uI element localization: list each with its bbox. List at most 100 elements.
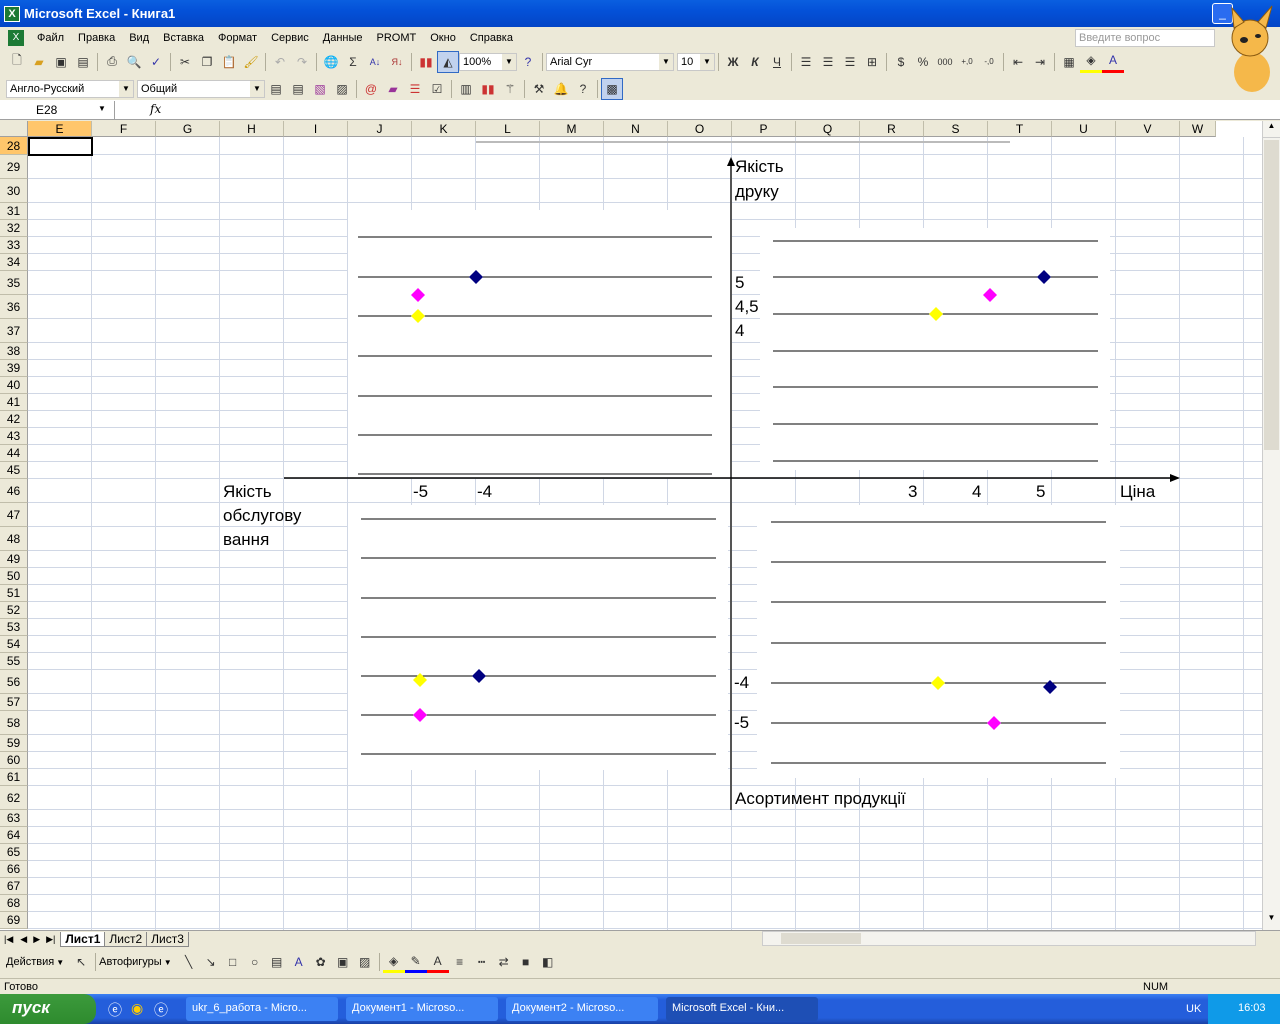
- quick-launch-ie-icon[interactable]: ⓔ: [108, 1000, 122, 1020]
- menu-item-9[interactable]: Справка: [463, 32, 520, 44]
- menu-item-6[interactable]: Данные: [316, 32, 370, 44]
- menu-item-1[interactable]: Правка: [71, 32, 122, 44]
- shadow-icon[interactable]: ■: [515, 951, 537, 973]
- open-icon[interactable]: ▰: [28, 51, 50, 73]
- percent-button[interactable]: %: [912, 51, 934, 73]
- fill-color-draw-icon[interactable]: ◈: [382, 951, 405, 973]
- wordart-icon[interactable]: A: [288, 951, 310, 973]
- check-icon[interactable]: ☑: [426, 78, 448, 100]
- dictionary-select[interactable]: Англо-Русский ▼: [6, 79, 134, 98]
- zoom-select[interactable]: 100% ▼: [459, 52, 517, 71]
- redo-icon[interactable]: ↷: [291, 51, 313, 73]
- sort-descending-icon[interactable]: Я↓: [386, 51, 408, 73]
- tools-icon[interactable]: ⚒: [528, 78, 550, 100]
- arrow-icon[interactable]: ↘: [200, 951, 222, 973]
- horizontal-scrollbar[interactable]: [762, 931, 1256, 946]
- new-icon[interactable]: 🗋: [6, 51, 28, 73]
- translate-range-icon[interactable]: ▧: [309, 78, 331, 100]
- align-center-icon[interactable]: ☰: [817, 51, 839, 73]
- list-icon[interactable]: ☰: [404, 78, 426, 100]
- currency-icon[interactable]: $: [890, 51, 912, 73]
- taskbar-item-word-3[interactable]: Документ2 - Microso...: [506, 997, 658, 1021]
- chart-wizard-icon[interactable]: ▮▮: [415, 51, 437, 73]
- underline-button[interactable]: Ч: [766, 51, 788, 73]
- bold-button[interactable]: Ж: [722, 51, 744, 73]
- font-color-icon[interactable]: A: [1102, 51, 1124, 73]
- dash-style-icon[interactable]: ┅: [471, 951, 493, 973]
- line-color-icon[interactable]: ✎: [404, 951, 427, 973]
- bell-icon[interactable]: 🔔: [550, 78, 572, 100]
- copy-icon[interactable]: ❐: [196, 51, 218, 73]
- wand-icon[interactable]: ⚚: [499, 78, 521, 100]
- sheet-tab-1[interactable]: Лист1: [60, 931, 106, 947]
- font-color-draw-icon[interactable]: A: [426, 951, 449, 973]
- menu-item-0[interactable]: Файл: [30, 32, 71, 44]
- name-box-dropdown-icon[interactable]: ▼: [98, 104, 106, 113]
- line-style-icon[interactable]: ≡: [449, 951, 471, 973]
- increase-decimal-icon[interactable]: +,0: [956, 51, 978, 73]
- tab-scroll-prev-icon[interactable]: ◀: [17, 934, 30, 945]
- rectangle-icon[interactable]: □: [222, 951, 244, 973]
- line-icon[interactable]: ╲: [178, 951, 200, 973]
- start-button[interactable]: пуск: [0, 994, 96, 1024]
- translate-cell-icon[interactable]: ▤: [287, 78, 309, 100]
- select-objects-icon[interactable]: ↖: [70, 951, 92, 973]
- clipart-icon[interactable]: ▣: [332, 951, 354, 973]
- 3d-icon[interactable]: ◧: [537, 951, 559, 973]
- spreadsheet-grid[interactable]: 28 29 30 31 32 33 34 35 36 37 38 39 40 41 42 43 44 45 46 47…: [0, 121, 1262, 930]
- diagram-icon[interactable]: ✿: [310, 951, 332, 973]
- tab-scroll-next-icon[interactable]: ▶: [30, 934, 43, 945]
- borders-icon[interactable]: ▦: [1058, 51, 1080, 73]
- align-left-icon[interactable]: ☰: [795, 51, 817, 73]
- formula-input[interactable]: [170, 102, 1270, 118]
- tab-scroll-first-icon[interactable]: |◀: [0, 934, 17, 945]
- books-icon[interactable]: ▮▮: [477, 78, 499, 100]
- quick-launch-media-icon[interactable]: ◉: [131, 1000, 143, 1017]
- vertical-scrollbar[interactable]: ▲ ▼: [1262, 121, 1280, 930]
- undo-icon[interactable]: ↶: [269, 51, 291, 73]
- print-preview-icon[interactable]: 🔍: [123, 51, 145, 73]
- print-icon[interactable]: ⎙: [101, 51, 123, 73]
- spelling-icon[interactable]: ✓: [145, 51, 167, 73]
- sheet-tab-2[interactable]: Лист2: [104, 931, 148, 947]
- thousands-button[interactable]: 000: [934, 51, 956, 73]
- arrow-style-icon[interactable]: ⇄: [493, 951, 515, 973]
- menu-item-4[interactable]: Формат: [211, 32, 264, 44]
- selected-cell-e28[interactable]: [28, 137, 93, 156]
- ask-question-input[interactable]: Введите вопрос: [1075, 29, 1215, 47]
- promt-logo-icon[interactable]: ▩: [601, 77, 623, 100]
- autoshapes-menu[interactable]: Автофигуры: [99, 956, 162, 968]
- menu-item-2[interactable]: Вид: [122, 32, 156, 44]
- save-icon[interactable]: ▣: [50, 51, 72, 73]
- sheet-tab-3[interactable]: Лист3: [146, 931, 189, 947]
- actions-menu[interactable]: Действия: [6, 956, 54, 968]
- permission-icon[interactable]: ▤: [72, 51, 94, 73]
- decrease-indent-icon[interactable]: ⇤: [1007, 51, 1029, 73]
- template-select[interactable]: Общий ▼: [137, 79, 265, 98]
- hyperlink-icon[interactable]: 🌐: [320, 51, 342, 73]
- quadrant-diagram[interactable]: [0, 121, 1262, 930]
- translate-sheet-icon[interactable]: ▨: [331, 78, 353, 100]
- help-icon[interactable]: ?: [517, 51, 539, 73]
- autosum-icon[interactable]: Σ: [342, 51, 364, 73]
- paste-icon[interactable]: 📋: [218, 51, 240, 73]
- dictionary-icon[interactable]: ▥: [455, 78, 477, 100]
- oval-icon[interactable]: ○: [244, 951, 266, 973]
- textbox-icon[interactable]: ▤: [266, 951, 288, 973]
- quick-launch-outlook-icon[interactable]: ⓔ: [154, 1000, 168, 1020]
- italic-button[interactable]: К: [744, 51, 766, 73]
- merge-center-icon[interactable]: ⊞: [861, 51, 883, 73]
- taskbar-item-word-1[interactable]: ukr_6_работа - Micro...: [186, 997, 338, 1021]
- font-size-select[interactable]: 10 ▼: [677, 52, 715, 71]
- taskbar-item-excel[interactable]: Microsoft Excel - Кни...: [666, 997, 818, 1021]
- insert-function-button[interactable]: fx: [150, 102, 161, 116]
- tab-scroll-last-icon[interactable]: ▶|: [43, 934, 61, 945]
- sort-ascending-icon[interactable]: А↓: [364, 51, 386, 73]
- fill-color-icon[interactable]: ◈: [1080, 51, 1102, 73]
- font-select[interactable]: Arial Cyr ▼: [546, 52, 674, 71]
- menu-item-3[interactable]: Вставка: [156, 32, 211, 44]
- decrease-decimal-icon[interactable]: -,0: [978, 51, 1000, 73]
- taskbar-item-word-2[interactable]: Документ1 - Microso...: [346, 997, 498, 1021]
- menu-item-5[interactable]: Сервис: [264, 32, 316, 44]
- cut-icon[interactable]: ✂: [174, 51, 196, 73]
